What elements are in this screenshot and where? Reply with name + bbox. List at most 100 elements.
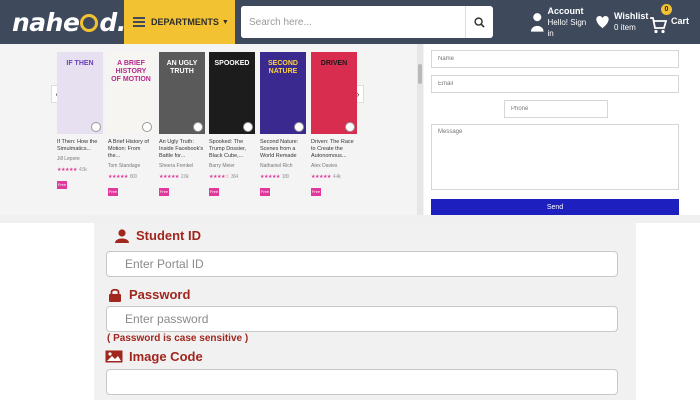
star-rating-icons: ★★★★★ bbox=[260, 174, 280, 180]
message-field[interactable] bbox=[431, 124, 679, 190]
audiobook-icon bbox=[193, 122, 203, 132]
book-cover-title: A BRIEF HISTORY OF MOTION bbox=[111, 60, 151, 83]
book-title[interactable]: If Then: How the Simulmatics... bbox=[57, 139, 103, 153]
account-subtitle: Hello! Sign in bbox=[547, 17, 587, 38]
student-id-label: Student ID bbox=[114, 228, 201, 243]
book-author: Barry Meier bbox=[209, 163, 235, 169]
phone-field[interactable] bbox=[504, 100, 608, 118]
wishlist-title: Wishlist bbox=[614, 11, 649, 21]
free-badge: Free bbox=[311, 188, 321, 196]
book-cover[interactable]: SECOND NATURE bbox=[260, 52, 306, 134]
password-note: ( Password is case sensitive ) bbox=[107, 333, 249, 344]
book-cover[interactable]: A BRIEF HISTORY OF MOTION bbox=[108, 52, 154, 134]
star-rating-icons: ★★★★★ bbox=[311, 174, 331, 180]
book-cover[interactable]: IF THEN bbox=[57, 52, 103, 134]
page: nahe d.pk DEPARTMENTS ▼ Account Hello! S… bbox=[0, 0, 700, 400]
star-rating: ★★★★★ 800 bbox=[108, 174, 154, 180]
wishlist-link[interactable]: Wishlist 0 item bbox=[595, 8, 649, 36]
rating-count: 4.5k bbox=[78, 167, 87, 173]
search-button[interactable] bbox=[465, 6, 493, 38]
book-card[interactable]: SPOOKED Spooked: The Trump Dossier, Black… bbox=[209, 52, 255, 198]
name-field[interactable] bbox=[431, 50, 679, 68]
free-badge: Free bbox=[159, 188, 169, 196]
book-cover-title: SPOOKED bbox=[214, 60, 250, 67]
book-author: Sheera Frenkel bbox=[159, 163, 194, 169]
star-rating-icons: ★★★★★ bbox=[159, 174, 179, 180]
book-title[interactable]: Spooked: The Trump Dossier, Black Cube,.… bbox=[209, 139, 255, 160]
wishlist-text: Wishlist 0 item bbox=[614, 11, 648, 33]
search-bar bbox=[241, 6, 493, 38]
user-icon bbox=[115, 228, 129, 243]
book-cover-title: IF THEN bbox=[66, 60, 94, 67]
scrollbar-thumb[interactable] bbox=[418, 64, 422, 84]
book-cover-title: AN UGLY TRUTH bbox=[166, 60, 198, 75]
send-button[interactable]: Send bbox=[431, 199, 679, 216]
star-rating: ★★★★☆ 364 bbox=[209, 174, 255, 180]
free-badge: Free bbox=[209, 188, 219, 196]
book-author: Tom Standage bbox=[108, 163, 141, 169]
book-cover-title: DRIVEN bbox=[320, 60, 348, 67]
book-title[interactable]: A Brief History of Motion: From the... bbox=[108, 139, 154, 160]
book-title[interactable]: Second Nature: Scenes from a World Remad… bbox=[260, 139, 306, 160]
book-cover[interactable]: SPOOKED bbox=[209, 52, 255, 134]
star-rating-icons: ★★★★☆ bbox=[209, 174, 229, 180]
book-card[interactable]: IF THEN If Then: How the Simulmatics... Ji… bbox=[57, 52, 103, 191]
account-link[interactable]: Account Hello! Sign in bbox=[531, 6, 593, 39]
search-input[interactable] bbox=[241, 6, 465, 38]
cart-count-badge: 0 bbox=[661, 4, 672, 15]
account-text: Account Hello! Sign in bbox=[548, 6, 593, 39]
contact-form: Send bbox=[424, 44, 700, 220]
hamburger-icon bbox=[133, 17, 145, 27]
panel-divider bbox=[0, 215, 700, 223]
rating-count: 4.4k bbox=[332, 174, 341, 180]
rating-count: 364 bbox=[230, 174, 238, 180]
password-label-text: Password bbox=[129, 287, 191, 302]
rating-count: 800 bbox=[129, 174, 137, 180]
star-rating-icons: ★★★★★ bbox=[108, 174, 128, 180]
logo-ring-icon bbox=[80, 14, 99, 32]
panel-scrollbar[interactable] bbox=[417, 44, 423, 220]
student-id-label-text: Student ID bbox=[136, 228, 201, 243]
portal-id-input[interactable] bbox=[106, 251, 618, 277]
free-badge: Free bbox=[260, 188, 270, 196]
password-input[interactable] bbox=[106, 306, 618, 332]
student-login-form: Student ID Password ( Password is case s… bbox=[94, 223, 636, 400]
audiobook-icon bbox=[243, 122, 253, 132]
cart-link[interactable]: 0 Cart bbox=[649, 4, 697, 38]
book-card[interactable]: AN UGLY TRUTH An Ugly Truth: Inside Faceb… bbox=[159, 52, 205, 198]
wishlist-count: 0 item bbox=[614, 23, 636, 32]
book-title[interactable]: An Ugly Truth: Inside Facebook's Battle … bbox=[159, 139, 205, 160]
book-author: Alex Davies bbox=[311, 163, 338, 169]
star-rating: ★★★★★ 2.6k bbox=[159, 174, 205, 180]
book-card[interactable]: SECOND NATURE Second Nature: Scenes from … bbox=[260, 52, 306, 198]
account-title: Account bbox=[547, 5, 584, 16]
user-icon bbox=[531, 13, 544, 32]
book-card[interactable]: DRIVEN Driven: The Race to Create the Aut… bbox=[311, 52, 357, 198]
rating-count: 180 bbox=[281, 174, 289, 180]
star-rating-icons: ★★★★★ bbox=[57, 167, 77, 173]
book-cover[interactable]: AN UGLY TRUTH bbox=[159, 52, 205, 134]
image-code-label-text: Image Code bbox=[129, 349, 203, 364]
image-code-input[interactable] bbox=[106, 369, 618, 395]
star-rating: ★★★★★ 4.5k bbox=[57, 167, 103, 173]
free-badge: Free bbox=[57, 181, 67, 189]
departments-button[interactable]: DEPARTMENTS ▼ bbox=[124, 0, 235, 44]
search-icon bbox=[474, 16, 485, 28]
book-cover-title: SECOND NATURE bbox=[268, 60, 298, 75]
departments-label: DEPARTMENTS bbox=[151, 17, 219, 27]
email-field[interactable] bbox=[431, 75, 679, 93]
audiobook-icon bbox=[294, 122, 304, 132]
audiobook-icon bbox=[345, 122, 355, 132]
book-title[interactable]: Driven: The Race to Create the Autonomou… bbox=[311, 139, 357, 160]
heart-icon bbox=[596, 16, 609, 29]
image-code-label: Image Code bbox=[105, 349, 203, 364]
logo-text-left: nahe bbox=[12, 7, 80, 37]
book-card[interactable]: A BRIEF HISTORY OF MOTION A Brief History… bbox=[108, 52, 154, 198]
book-cover[interactable]: DRIVEN bbox=[311, 52, 357, 134]
site-header: nahe d.pk DEPARTMENTS ▼ Account Hello! S… bbox=[0, 0, 700, 44]
audiobook-icon bbox=[142, 122, 152, 132]
cart-label: Cart bbox=[671, 16, 690, 26]
lock-icon bbox=[109, 288, 121, 302]
book-author: Nathaniel Rich bbox=[260, 163, 293, 169]
audiobook-icon bbox=[91, 122, 101, 132]
